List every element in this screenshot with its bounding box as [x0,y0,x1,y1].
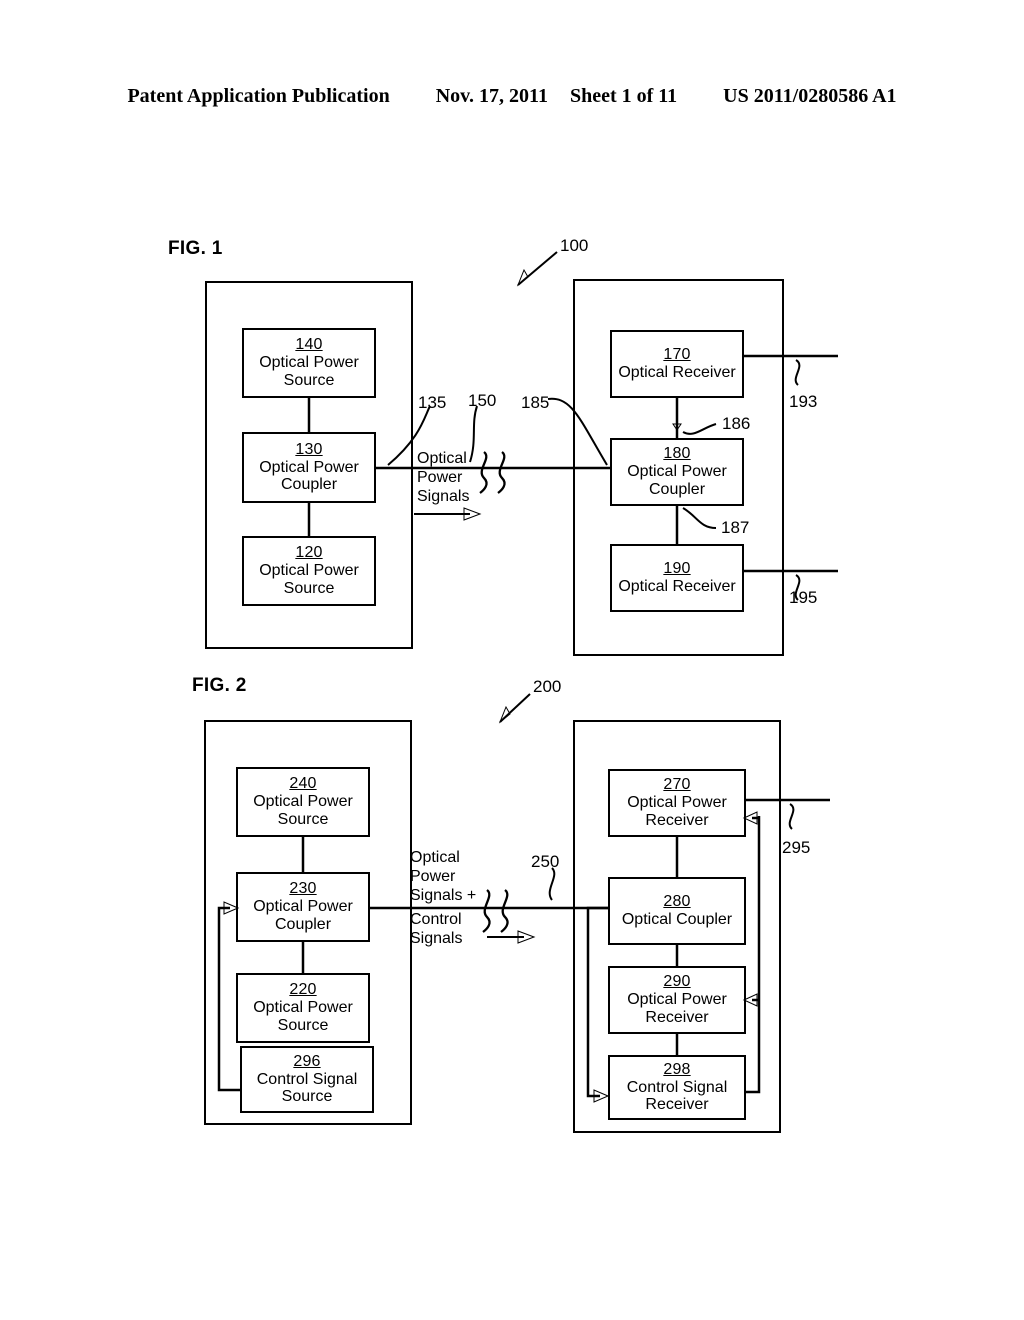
fig2-channel-caption-bottom: Control Signals [410,911,463,947]
fig1-node-130-ref: 130 [295,440,323,458]
fig2-transmitter-enclosure [204,720,412,1125]
fig1-node-140-ref: 140 [295,336,323,354]
fig2-node-230-ref: 230 [289,880,317,898]
fig2-node-298-name: Control Signal Receiver [626,1078,728,1114]
fig1-ref-135: 135 [418,393,447,412]
fig2-node-270-ref: 270 [663,776,691,794]
fig2-receiver-enclosure [573,720,781,1133]
fig2-channel-caption-top: Optical Power Signals + [410,849,477,904]
fig2-ref-295: 295 [782,838,811,857]
fig1-receiver-enclosure [573,279,784,656]
fig1-node-180-name: Optical Power Coupler [627,463,727,498]
fig2-node-230: 230 Optical Power Coupler [236,872,370,942]
fig1-ref-186: 186 [722,414,751,433]
fig1-connectors [307,251,838,601]
fig1-node-140-name: Optical Power Source [259,354,359,389]
publication-header: Patent Application Publication Nov. 17, … [0,85,1024,108]
figure-1: FIG. 1 100 140 Optical Power Source 130 … [0,0,1024,1320]
fig1-node-190: 190 Optical Receiver [610,544,744,612]
header-publication-text: Patent Application Publication [127,85,390,107]
fig2-node-240-ref: 240 [289,775,317,793]
fig1-node-140: 140 Optical Power Source [242,328,376,398]
header-sheet-text: Sheet 1 of 11 [569,85,678,107]
fig2-node-230-name: Optical Power Coupler [253,898,353,933]
fig1-ref-187: 187 [721,518,750,537]
figure-1-system-reference: 100 [560,236,589,255]
fig1-ref-195: 195 [789,588,818,607]
fig2-node-290-name: Optical Power Receiver [627,991,727,1026]
fig2-node-280: 280 Optical Coupler [608,877,746,945]
fig2-node-220-name: Optical Power Source [253,999,353,1034]
fig2-node-290-ref: 290 [663,973,691,991]
header-document-number: US 2011/0280586 A1 [723,85,897,107]
figure-1-label: FIG. 1 [168,238,223,259]
fig1-channel-caption: Optical Power Signals [417,450,470,505]
fig1-transmitter-enclosure [205,281,413,649]
fig1-node-130: 130 Optical Power Coupler [242,432,376,503]
fig1-node-120-ref: 120 [295,544,323,562]
fig1-node-130-name: Optical Power Coupler [259,458,359,494]
figure-2-label: FIG. 2 [192,675,247,696]
fig2-node-240: 240 Optical Power Source [236,767,370,837]
fig1-node-120: 120 Optical Power Source [242,536,376,606]
fig2-node-290: 290 Optical Power Receiver [608,966,746,1034]
fig2-node-220: 220 Optical Power Source [236,973,370,1043]
fig2-node-240-name: Optical Power Source [253,793,353,828]
fig1-node-190-ref: 190 [663,560,691,578]
fig2-node-298: 298 Control Signal Receiver [608,1055,746,1120]
fig1-ref-150: 150 [468,391,497,410]
fig2-node-280-ref: 280 [663,893,691,911]
fig2-node-270-name: Optical Power Receiver [627,794,727,829]
figure-2-system-reference: 200 [533,677,562,696]
header-date-text: Nov. 17, 2011 [435,85,548,107]
fig2-node-280-name: Optical Coupler [621,911,733,928]
fig2-connectors [217,693,830,1103]
fig2-node-296-name: Control Signal Source [256,1070,358,1106]
fig1-node-170-name: Optical Receiver [618,364,736,381]
fig2-node-220-ref: 220 [289,981,317,999]
fig1-node-180-ref: 180 [663,445,691,463]
fig2-node-298-ref: 298 [663,1060,691,1078]
fig1-node-170-ref: 170 [663,346,691,364]
fig1-node-180: 180 Optical Power Coupler [610,438,744,506]
fig2-node-296: 296 Control Signal Source [240,1046,374,1113]
fig2-ref-250: 250 [531,852,560,871]
fig1-ref-185: 185 [521,393,550,412]
fig1-ref-193: 193 [789,392,818,411]
fig2-node-270: 270 Optical Power Receiver [608,769,746,837]
figure-2: FIG. 2 200 240 Optical Power Source 230 … [0,0,1024,1320]
fig1-node-120-name: Optical Power Source [259,562,359,597]
fig1-node-190-name: Optical Receiver [618,578,736,595]
fig2-node-296-ref: 296 [293,1052,321,1070]
fig1-node-170: 170 Optical Receiver [610,330,744,398]
